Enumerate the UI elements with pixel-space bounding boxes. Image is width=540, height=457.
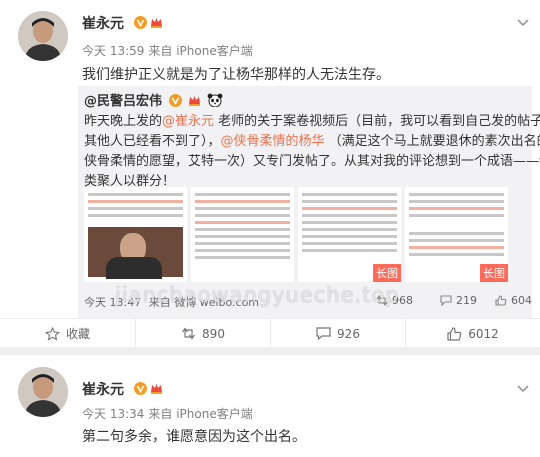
post-meta: 今天 13:34 来自 iPhone客户端 — [82, 405, 257, 422]
weibo-post-card: 崔永元 今天 13:59 来自 iPhone客户端 我们维护正义就是为了让杨华那样… — [0, 0, 540, 348]
mention-link[interactable]: @侠骨柔情的杨华 — [221, 134, 325, 149]
long-image-badge: 长图 — [373, 264, 401, 282]
post-time[interactable]: 今天 13:34 — [82, 407, 144, 421]
post-body: 第二句多余，谁愿意因为这个出名。 — [82, 429, 306, 445]
image-thumbnail[interactable] — [84, 187, 187, 282]
comment-button[interactable]: 926 — [270, 319, 405, 348]
repost-text-segment: 其他人已经看不到了）， — [84, 134, 221, 149]
post-meta: 今天 13:59 来自 iPhone客户端 — [82, 42, 257, 59]
repost-text-segment: 老师的关于案卷视频后（目前，我可以看到自己发的帖子， — [214, 114, 540, 129]
like-button[interactable]: 6012 — [405, 319, 540, 348]
post-time[interactable]: 今天 13:59 — [82, 44, 144, 58]
chevron-down-icon[interactable] — [516, 18, 530, 28]
repost-button[interactable]: 890 — [135, 319, 270, 348]
like-action-count: 6012 — [468, 326, 499, 341]
comment-action-count: 926 — [337, 326, 360, 341]
avatar[interactable] — [18, 367, 68, 417]
repost-line-1: 昨天晚上发的@崔永元 老师的关于案卷视频后（目前，我可以看到自己发的帖子， — [84, 112, 540, 132]
image-thumbnail[interactable]: 长图 — [405, 187, 508, 282]
avatar[interactable] — [18, 11, 68, 61]
like-count: 604 — [511, 294, 532, 307]
chevron-down-icon[interactable] — [516, 384, 530, 394]
mention-link[interactable]: @崔永元 — [162, 114, 214, 129]
person-photo — [88, 227, 183, 279]
thumbs-up-icon — [495, 295, 507, 306]
weibo-post-card: 崔永元 今天 13:34 来自 iPhone客户端 第二句多余，谁愿意因为这个出名… — [0, 355, 540, 457]
repost-action-count: 890 — [202, 326, 225, 341]
star-icon — [44, 326, 60, 341]
verified-v-badge-icon — [134, 16, 147, 29]
image-thumbnail[interactable]: 长图 — [298, 187, 401, 282]
crown-badge-icon — [151, 384, 162, 394]
repost-line-2: 其他人已经看不到了），@侠骨柔情的杨华 （满足这个马上就要退休的素次出名的 — [84, 132, 540, 152]
repost-text-segment: 侠骨柔情的愿望，艾特一次）又专门发帖了。从其对我的评论想到一个成语——物以 — [84, 154, 540, 169]
comment-icon — [316, 327, 331, 340]
repost-icon — [182, 327, 196, 340]
username[interactable]: 崔永元 — [82, 379, 124, 399]
post-source: 来自 iPhone客户端 — [148, 407, 253, 421]
post-source: 来自 iPhone客户端 — [148, 44, 253, 58]
comment-count: 219 — [456, 294, 477, 307]
crown-badge-icon — [151, 18, 162, 28]
repost-author[interactable]: @民警吕宏伟 — [84, 94, 162, 109]
post-body: 我们维护正义就是为了让杨华那样的人无法生存。 — [82, 67, 390, 83]
watermark: jianchaowangyueche.top — [115, 283, 400, 307]
thumbs-up-icon — [447, 326, 462, 341]
verified-v-badge-icon — [134, 382, 147, 395]
panda-emoji-icon — [208, 93, 223, 108]
comment-icon — [440, 295, 452, 306]
repost-text-segment: 昨天晚上发的 — [84, 114, 163, 129]
verified-v-badge-icon — [169, 94, 183, 107]
favorite-label: 收藏 — [65, 327, 90, 341]
username[interactable]: 崔永元 — [82, 13, 124, 33]
crown-badge-icon — [189, 96, 201, 106]
favorite-button[interactable]: 收藏 — [0, 319, 135, 348]
image-thumbnail[interactable] — [191, 187, 294, 282]
repost-text-segment: （满足这个马上就要退休的素次出名的 — [324, 134, 540, 149]
repost-line-3: 侠骨柔情的愿望，艾特一次）又专门发帖了。从其对我的评论想到一个成语——物以 — [84, 152, 540, 172]
action-bar: 收藏 890 926 6012 — [0, 318, 540, 348]
long-image-badge: 长图 — [480, 264, 508, 282]
repost-author-line: @民警吕宏伟 — [84, 92, 223, 112]
